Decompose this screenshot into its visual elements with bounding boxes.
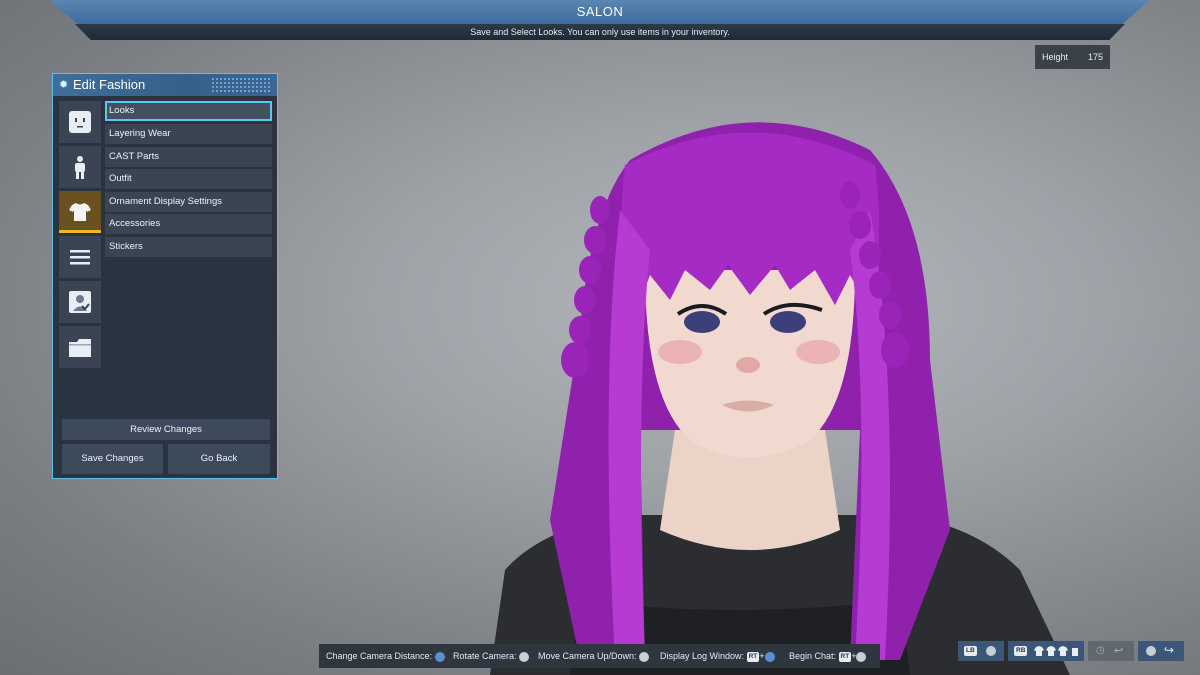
subtitle-banner: Save and Select Looks. You can only use …	[75, 24, 1125, 40]
body-icon	[75, 156, 85, 179]
face-icon	[69, 111, 91, 133]
stick-icon	[986, 646, 996, 656]
menu-item-accessories[interactable]: Accessories	[105, 214, 272, 234]
header-pattern	[211, 77, 271, 93]
help-log-window: Display Log Window: RT +	[660, 644, 775, 668]
rb-shortcut[interactable]: RB	[1008, 641, 1084, 661]
right-stick-icon	[519, 651, 530, 662]
return-icon: ↩	[1114, 645, 1124, 657]
rt-button-icon: RT	[838, 651, 852, 662]
review-changes-button[interactable]: Review Changes	[62, 419, 270, 440]
list-icon	[70, 250, 90, 265]
help-begin-chat: Begin Chat: RT +	[789, 644, 867, 668]
controls-help-bar: Change Camera Distance: Rotate Camera: M…	[319, 644, 880, 668]
tab-face[interactable]	[59, 101, 101, 143]
rt-button-icon: RT	[746, 651, 760, 662]
edit-fashion-panel: ✹ Edit Fashion Looks Layering Wear CAST …	[52, 73, 278, 479]
page-title: SALON	[576, 4, 624, 19]
right-stick-icon	[856, 651, 867, 662]
rb-button-icon: RB	[1014, 646, 1028, 656]
left-stick-icon	[639, 651, 650, 662]
panel-header: ✹ Edit Fashion	[53, 74, 277, 96]
height-value: 175	[1087, 52, 1103, 62]
share-icon: ↪	[1164, 643, 1175, 657]
character-preview[interactable]	[430, 100, 1150, 675]
shirt-icon	[69, 203, 91, 221]
share-shortcut[interactable]: ↪	[1138, 641, 1184, 661]
height-label: Height	[1042, 52, 1069, 62]
tab-body[interactable]	[59, 146, 101, 188]
cross-button-icon	[764, 651, 775, 662]
tab-storage[interactable]	[59, 326, 101, 368]
menu-item-cast-parts[interactable]: CAST Parts	[105, 147, 272, 167]
menu-item-outfit[interactable]: Outfit	[105, 169, 272, 189]
help-move-camera: Move Camera Up/Down:	[538, 644, 650, 668]
character-eye-right	[770, 311, 806, 333]
go-back-button[interactable]: Go Back	[168, 444, 270, 474]
menu-item-stickers[interactable]: Stickers	[105, 237, 272, 257]
cross-button-icon	[434, 651, 445, 662]
character-bangs	[621, 132, 879, 315]
lb-button-icon: LB	[964, 646, 977, 656]
help-rotate-camera: Rotate Camera:	[453, 644, 530, 668]
help-camera-distance: Change Camera Distance:	[326, 644, 445, 668]
page-subtitle: Save and Select Looks. You can only use …	[470, 27, 730, 37]
tab-profile[interactable]	[59, 281, 101, 323]
folder-icon	[69, 339, 91, 357]
stick-button-icon	[1146, 646, 1156, 656]
tab-list[interactable]	[59, 236, 101, 278]
outfit-icons	[1034, 646, 1078, 656]
character-eye-left	[684, 311, 720, 333]
panel-title: Edit Fashion	[73, 77, 146, 92]
menu-item-layering-wear[interactable]: Layering Wear	[105, 124, 272, 144]
save-changes-button[interactable]: Save Changes	[62, 444, 163, 474]
profile-card-icon	[69, 291, 91, 313]
tab-fashion[interactable]	[59, 191, 101, 233]
disabled-shortcut: ◷ ↩	[1088, 641, 1134, 661]
sparkle-icon: ✹	[59, 79, 69, 91]
lb-shortcut[interactable]: LB	[958, 641, 1004, 661]
menu-item-ornament-display[interactable]: Ornament Display Settings	[105, 192, 272, 212]
menu-item-looks[interactable]: Looks	[105, 101, 272, 121]
height-display: Height 175	[1035, 45, 1110, 69]
title-banner: SALON	[50, 0, 1150, 24]
clock-icon: ◷	[1096, 645, 1105, 656]
